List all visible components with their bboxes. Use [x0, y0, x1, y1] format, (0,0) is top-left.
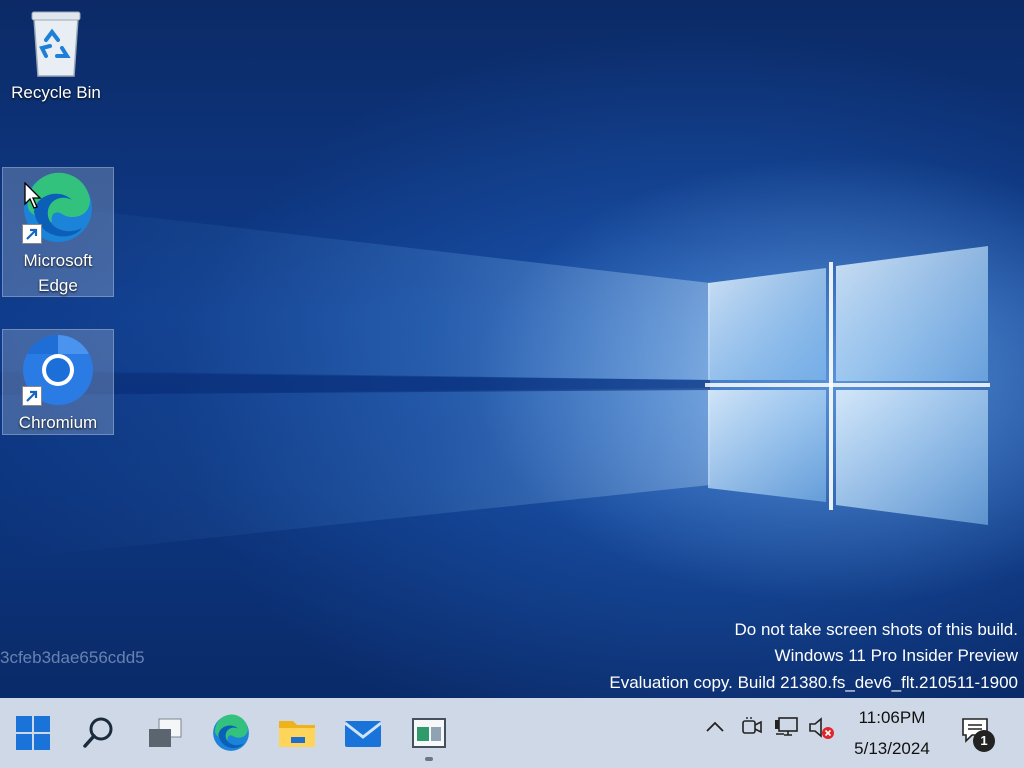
task-view-button[interactable]: [138, 706, 192, 760]
start-button[interactable]: [6, 706, 60, 760]
clock-date: 5/13/2024: [854, 739, 930, 758]
meet-now-icon: [742, 717, 762, 734]
folder-icon: [279, 721, 315, 747]
search-icon: [83, 717, 113, 748]
watermark-line-3: Evaluation copy. Build 21380.fs_dev6_flt…: [609, 673, 1018, 692]
wallpaper-art: [0, 200, 990, 560]
build-hash: 3cfeb3dae656cdd5: [0, 648, 145, 667]
shortcut-arrow-icon: [22, 386, 42, 406]
mail-button[interactable]: [336, 706, 390, 760]
clock-time: 11:06PM: [858, 708, 926, 727]
watermark-line-2: Windows 11 Pro Insider Preview: [774, 646, 1018, 665]
desktop-icon-label: Recycle Bin: [11, 83, 101, 102]
network-button[interactable]: [774, 716, 800, 743]
watermark-line-1: Do not take screen shots of this build.: [734, 620, 1019, 639]
task-view-icon: [149, 718, 182, 747]
meet-now-button[interactable]: [740, 716, 764, 743]
edge-icon: [213, 714, 249, 751]
mouse-cursor-icon: [24, 181, 44, 215]
desktop-icon-label: Chromium: [18, 413, 98, 432]
recycle-bin-icon: [24, 8, 88, 80]
chromium-icon: [20, 332, 96, 408]
desktop-icon-label-line1: Microsoft: [23, 251, 93, 270]
taskbar-edge-button[interactable]: [204, 706, 258, 760]
desktop-icon-chromium[interactable]: Chromium: [2, 329, 114, 435]
desktop-icon-recycle-bin[interactable]: Recycle Bin: [8, 6, 104, 114]
desktop-icon-label-line2: Edge: [38, 276, 78, 295]
taskbar: 11:06PM 5/13/2024 1: [0, 698, 1024, 768]
desktop-icon-microsoft-edge[interactable]: Microsoft Edge: [2, 167, 114, 297]
chevron-up-icon: [706, 721, 724, 732]
file-explorer-button[interactable]: [270, 706, 324, 760]
store-icon: [412, 718, 446, 748]
notification-count-badge: 1: [973, 730, 995, 752]
active-app-indicator: [425, 757, 433, 761]
search-button[interactable]: [72, 706, 126, 760]
store-button[interactable]: [402, 706, 456, 760]
system-clock[interactable]: 11:06PM 5/13/2024: [832, 702, 952, 764]
notification-center-button[interactable]: 1: [958, 716, 998, 756]
windows-start-icon: [16, 716, 50, 750]
desktop-wallpaper: [0, 0, 1024, 698]
mail-icon: [344, 721, 382, 747]
shortcut-arrow-icon: [22, 224, 42, 244]
network-icon: [775, 717, 798, 736]
show-hidden-icons-button[interactable]: [704, 716, 726, 743]
